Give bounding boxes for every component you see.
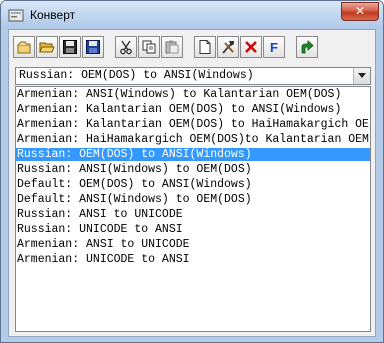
dropdown-selected-value: Russian: OEM(DOS) to ANSI(Windows) bbox=[19, 69, 254, 82]
delete-icon bbox=[245, 41, 257, 53]
svg-text:F: F bbox=[270, 40, 278, 55]
paste-icon bbox=[165, 40, 179, 54]
new-button[interactable] bbox=[13, 36, 35, 58]
window-title: Конверт bbox=[30, 8, 76, 22]
list-item[interactable]: Armenian: ANSI(Windows) to Kalantarian O… bbox=[16, 88, 370, 101]
toolbar: F bbox=[13, 36, 333, 60]
list-item[interactable]: Russian: ANSI(Windows) to OEM(DOS) bbox=[16, 163, 370, 176]
list-item[interactable]: Default: OEM(DOS) to ANSI(Windows) bbox=[16, 178, 370, 191]
list-item[interactable]: Armenian: ANSI to UNICODE bbox=[16, 238, 370, 251]
open-button[interactable] bbox=[36, 36, 58, 58]
paste-button[interactable] bbox=[161, 36, 183, 58]
list-item[interactable]: Armenian: UNICODE to ANSI bbox=[16, 253, 370, 266]
tools-icon bbox=[222, 41, 234, 54]
open-folder-icon bbox=[39, 42, 55, 53]
list-item[interactable]: Default: ANSI(Windows) to OEM(DOS) bbox=[16, 193, 370, 206]
list-item[interactable]: Russian: ANSI to UNICODE bbox=[16, 208, 370, 221]
chevron-down-icon bbox=[358, 73, 366, 78]
list-item[interactable]: Armenian: Kalantarian OEM(DOS) to HaiHam… bbox=[16, 118, 370, 131]
apply-icon bbox=[301, 40, 314, 54]
font-icon: F bbox=[270, 40, 278, 55]
save-as-button[interactable] bbox=[82, 36, 104, 58]
dropdown-arrow-button[interactable] bbox=[353, 68, 370, 84]
encoding-dropdown[interactable]: Russian: OEM(DOS) to ANSI(Windows) bbox=[15, 67, 371, 85]
close-button[interactable]: ✕ bbox=[341, 2, 379, 21]
copy-button[interactable] bbox=[138, 36, 160, 58]
font-button[interactable]: F bbox=[263, 36, 285, 58]
list-item[interactable]: Armenian: HaiHamakargich OEM(DOS)to Kala… bbox=[16, 133, 370, 146]
app-icon bbox=[8, 9, 24, 22]
new-document-icon bbox=[199, 40, 211, 54]
save-icon bbox=[63, 40, 77, 54]
client-area: F Russian: OEM(DOS) to ANSI(Windows) Arm… bbox=[8, 29, 376, 337]
cut-icon bbox=[120, 40, 132, 55]
list-item-selected[interactable]: Russian: OEM(DOS) to ANSI(Windows) bbox=[16, 148, 370, 161]
converter-window: Конверт ✕ F Russian: OEM(DOS) to ANSI(Wi… bbox=[0, 0, 384, 343]
apply-button[interactable] bbox=[296, 36, 318, 58]
copy-icon bbox=[142, 40, 156, 54]
new-document-button[interactable] bbox=[194, 36, 216, 58]
list-item[interactable]: Russian: UNICODE to ANSI bbox=[16, 223, 370, 236]
title-bar[interactable]: Конверт ✕ bbox=[1, 1, 383, 29]
conversion-list[interactable]: Armenian: ANSI(Windows) to Kalantarian O… bbox=[15, 86, 371, 332]
delete-button[interactable] bbox=[240, 36, 262, 58]
save-as-icon bbox=[86, 40, 100, 54]
save-button[interactable] bbox=[59, 36, 81, 58]
new-icon bbox=[17, 41, 31, 54]
list-item[interactable]: Armenian: Kalantarian OEM(DOS) to ANSI(W… bbox=[16, 103, 370, 116]
cut-button[interactable] bbox=[115, 36, 137, 58]
tools-button[interactable] bbox=[217, 36, 239, 58]
